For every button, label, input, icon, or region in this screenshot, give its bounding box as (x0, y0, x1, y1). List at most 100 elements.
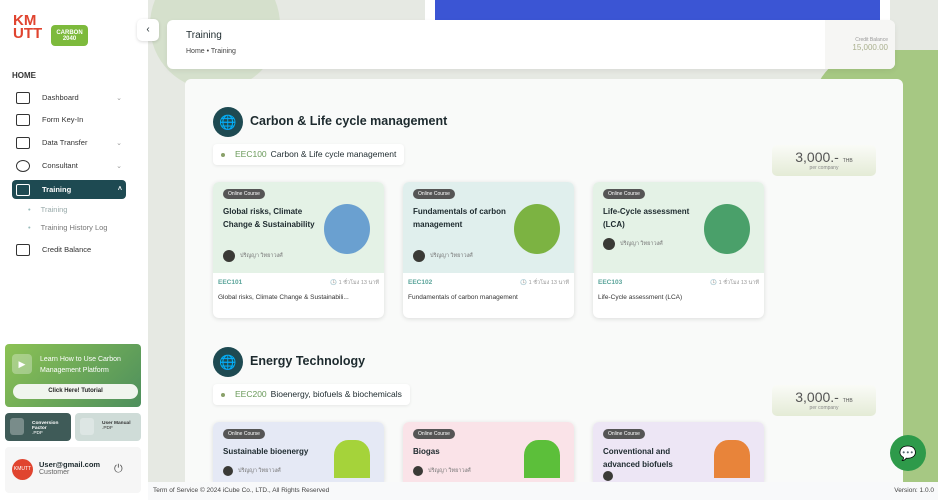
avatar: KMUTT (12, 459, 33, 480)
author-name: ปริญญา วิทยาวงศ์ (240, 253, 283, 259)
sidebar-item-data-transfer[interactable]: Data Transfer ⌄ (12, 133, 126, 152)
pdf-ext: .PDF (32, 431, 43, 436)
course-card[interactable]: Online Course Global risks, Climate Chan… (213, 182, 384, 318)
tutorial-button[interactable]: Click Here! Tutorial (13, 384, 138, 399)
currency: THB (842, 398, 853, 404)
course-title: Conventional and advanced biofuels (603, 447, 673, 469)
course-card[interactable]: Online Course Fundamentals of carbon man… (403, 182, 574, 318)
course-illustration (524, 440, 560, 478)
play-icon: ▶ (12, 354, 32, 374)
dot-icon (221, 392, 225, 397)
duration: 🕒 1 ชั่วโมง 13 นาที (710, 279, 759, 287)
sidebar-subitem-training-history[interactable]: Training History Log (28, 223, 108, 232)
price-unit: per company (809, 405, 839, 411)
author-avatar (223, 250, 235, 262)
course-description: Global risks, Climate Change & Sustainab… (218, 294, 349, 301)
author-avatar (223, 466, 233, 476)
author-name: ปริญญา วิทยาวงศ์ (620, 241, 663, 247)
course-code: EEC101 (218, 279, 243, 286)
chevron-up-icon: ˄ (117, 186, 122, 193)
chat-button[interactable]: 💬 (890, 435, 926, 471)
credit-card-icon (16, 243, 30, 256)
document-icon (10, 418, 24, 435)
price-box: 3,000.- THB per company (772, 385, 876, 416)
chart-icon (16, 91, 30, 104)
course-code: EEC103 (598, 279, 623, 286)
home-label: HOME (12, 71, 36, 80)
sidebar-item-label: Credit Balance (42, 245, 92, 254)
subject-label: Carbon & Life cycle management (270, 149, 397, 159)
file-transfer-icon (16, 136, 30, 149)
credit-balance: Credit Balance 15,000.00 (825, 20, 895, 69)
price: 3,000.- (795, 389, 839, 405)
subject-tag[interactable]: EEC200 Bioenergy, biofuels & biochemicals (213, 384, 410, 405)
chevron-down-icon: ⌄ (116, 94, 122, 102)
user-manual-button[interactable]: User Manual .PDF (75, 413, 141, 441)
sidebar: KM UTT CARBON 2040 ‹ HOME Dashboard ⌄ Form… (0, 0, 159, 500)
power-icon[interactable]: ⏻ (114, 463, 123, 476)
sidebar-item-credit-balance[interactable]: Credit Balance (12, 240, 126, 259)
author: ปริญญา วิทยาวงศ์ (223, 250, 283, 262)
author: ปริญญา วิทยาวงศ์ (413, 466, 471, 476)
version: Version: 1.0.0 (894, 487, 934, 494)
author: ปริญญา วิทยาวงศ์ (223, 466, 281, 476)
globe-icon: 🌐 (213, 347, 243, 377)
pdf-ext: .PDF (102, 426, 113, 431)
clock-icon: 🕒 (330, 280, 339, 286)
form-icon (16, 113, 30, 126)
book-icon (16, 183, 30, 196)
online-course-badge: Online Course (603, 429, 645, 439)
course-card[interactable]: Online Course Biogas ปริญญา วิทยาวงศ์ (403, 422, 574, 482)
user-role: Customer (39, 469, 70, 476)
sidebar-item-form-key-in[interactable]: Form Key-In (12, 110, 126, 129)
user-icon (16, 159, 30, 172)
author-avatar (603, 471, 613, 481)
sidebar-subitem-training[interactable]: Training (28, 205, 68, 214)
author: ปริญญา วิทยาวงศ์ (413, 250, 473, 262)
breadcrumb: Home • Training (186, 48, 236, 55)
sidebar-item-label: Dashboard (42, 93, 79, 102)
course-illustration (334, 440, 370, 478)
author-avatar (603, 238, 615, 250)
online-course-badge: Online Course (603, 189, 645, 199)
subject-code: EEC100 (235, 149, 267, 159)
breadcrumb-home[interactable]: Home (186, 48, 205, 55)
duration: 🕒 1 ชั่วโมง 13 นาที (520, 279, 569, 287)
subject-label: Bioenergy, biofuels & biochemicals (270, 389, 402, 399)
breadcrumb-training: Training (210, 48, 236, 55)
course-card[interactable]: Online Course Life-Cycle assessment (LCA… (593, 182, 764, 318)
course-description: Life-Cycle assessment (LCA) (598, 294, 683, 301)
course-illustration (324, 204, 370, 254)
course-illustration (704, 204, 750, 254)
online-course-badge: Online Course (413, 429, 455, 439)
banner-image (425, 0, 890, 20)
conversion-factor-button[interactable]: Conversion Factor .PDF (5, 413, 71, 441)
course-code: EEC102 (408, 279, 433, 286)
sidebar-item-label: Consultant (42, 161, 78, 170)
collapse-sidebar-button[interactable]: ‹ (137, 19, 159, 41)
online-course-badge: Online Course (223, 189, 265, 199)
sidebar-item-dashboard[interactable]: Dashboard ⌄ (12, 88, 126, 107)
credit-value: 15,000.00 (852, 43, 888, 52)
tutorial-banner: ▶ Learn How to Use Carbon Management Pla… (5, 344, 141, 407)
chevron-down-icon: ⌄ (116, 162, 122, 170)
course-title: Fundamentals of carbon management (413, 207, 506, 229)
sidebar-item-consultant[interactable]: Consultant ⌄ (12, 156, 126, 175)
subject-tag[interactable]: EEC100 Carbon & Life cycle management (213, 144, 405, 165)
course-title: Biogas (413, 447, 440, 456)
clock-icon: 🕒 (520, 280, 529, 286)
page-title: Training (186, 30, 222, 41)
author-name: ปริญญา วิทยาวงศ์ (238, 468, 281, 474)
online-course-badge: Online Course (413, 189, 455, 199)
course-card[interactable]: Online Course Sustainable bioenergy ปริญ… (213, 422, 384, 482)
sidebar-item-label: Training (42, 185, 72, 194)
course-illustration (714, 440, 750, 478)
footer: Term of Service © 2024 iCube Co., LTD., … (148, 482, 938, 500)
chevron-down-icon: ⌄ (116, 139, 122, 147)
course-title: Global risks, Climate Change & Sustainab… (223, 207, 315, 229)
currency: THB (842, 158, 853, 164)
page-header: Training Home • Training Credit Balance … (167, 20, 895, 69)
sidebar-item-training[interactable]: Training ˄ (12, 180, 126, 199)
course-card[interactable]: Online Course Conventional and advanced … (593, 422, 764, 482)
tutorial-title: Learn How to Use Carbon Management Platf… (40, 356, 121, 374)
